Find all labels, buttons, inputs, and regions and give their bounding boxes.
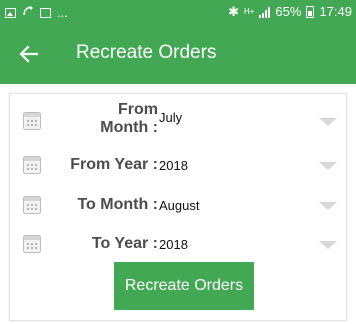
calendar-icon bbox=[23, 156, 41, 174]
to-month-select[interactable]: August bbox=[159, 198, 199, 213]
calendar-icon bbox=[23, 196, 41, 214]
chevron-down-icon[interactable] bbox=[319, 241, 337, 249]
overflow-notifications: ... bbox=[57, 4, 68, 20]
calendar-icon bbox=[23, 235, 41, 253]
battery-icon bbox=[306, 6, 315, 18]
from-month-label: From Month : bbox=[100, 101, 158, 137]
from-year-select[interactable]: 2018 bbox=[159, 158, 188, 173]
calendar-icon bbox=[23, 112, 41, 130]
image-notification-icon bbox=[5, 7, 16, 18]
network-type-label: H+ bbox=[243, 7, 255, 16]
chevron-down-icon[interactable] bbox=[319, 162, 337, 170]
status-bar-right: ✱ H+ 65% 17:49 bbox=[228, 5, 352, 19]
recreate-orders-form: From Month : July From Year : 2018 To Mo… bbox=[9, 93, 347, 321]
from-month-label-line2: Month : bbox=[100, 119, 158, 136]
signal-strength-icon bbox=[259, 6, 271, 18]
message-notification-icon bbox=[40, 7, 51, 18]
from-month-row: From Month : July bbox=[10, 96, 348, 142]
to-month-label: To Month : bbox=[77, 196, 158, 213]
status-bar-left: ... bbox=[5, 5, 68, 20]
bluetooth-icon: ✱ bbox=[228, 4, 239, 19]
missed-call-icon bbox=[22, 5, 34, 20]
from-year-row: From Year : 2018 bbox=[10, 146, 348, 186]
to-year-select[interactable]: 2018 bbox=[159, 237, 188, 252]
from-month-label-line1: From bbox=[118, 101, 158, 118]
from-month-select[interactable]: July bbox=[159, 110, 182, 125]
status-time: 17:49 bbox=[319, 4, 352, 19]
recreate-orders-button[interactable]: Recreate Orders bbox=[114, 262, 254, 310]
to-month-row: To Month : August bbox=[10, 186, 348, 226]
to-year-row: To Year : 2018 bbox=[10, 225, 348, 265]
chevron-down-icon[interactable] bbox=[319, 202, 337, 210]
arrow-left-icon bbox=[19, 45, 39, 63]
back-button[interactable] bbox=[16, 41, 42, 67]
to-year-label: To Year : bbox=[91, 235, 158, 252]
from-year-label: From Year : bbox=[70, 156, 158, 173]
page-title: Recreate Orders bbox=[76, 42, 217, 63]
status-bar: ... ✱ H+ 65% 17:49 bbox=[0, 0, 356, 24]
chevron-down-icon[interactable] bbox=[319, 118, 337, 126]
app-bar: Recreate Orders bbox=[0, 24, 356, 84]
battery-percent: 65% bbox=[275, 4, 302, 19]
